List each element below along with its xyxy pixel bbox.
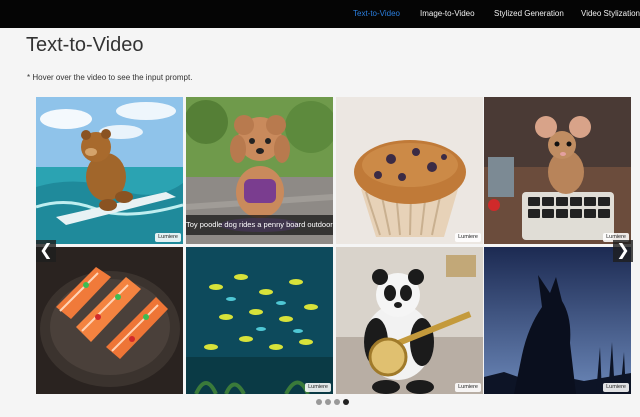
muffin-thumbnail	[336, 97, 483, 244]
lumiere-badge: Lumiere	[455, 233, 481, 242]
nav-item-video-stylization[interactable]: Video Stylization	[581, 0, 640, 28]
video-tile-teddy-surfing[interactable]: Lumiere	[36, 97, 183, 244]
video-tile-wolf[interactable]: Lumiere	[484, 247, 631, 394]
carousel-pagination	[316, 399, 352, 407]
panda-banjo-thumbnail	[336, 247, 483, 394]
lumiere-badge: Lumiere	[305, 383, 331, 392]
nav-item-text-to-video[interactable]: Text-to-Video	[353, 0, 400, 28]
top-nav: Text-to-Video Image-to-Video Stylized Ge…	[0, 0, 640, 28]
video-tile-mouse[interactable]: Lumiere	[484, 97, 631, 244]
video-tile-sushi[interactable]	[36, 247, 183, 394]
hover-hint: * Hover over the video to see the input …	[27, 73, 193, 82]
lumiere-badge: Lumiere	[155, 233, 181, 242]
video-tile-fish[interactable]: Lumiere	[186, 247, 333, 394]
lumiere-badge: Lumiere	[455, 383, 481, 392]
nav-item-stylized-generation[interactable]: Stylized Generation	[494, 0, 564, 28]
prompt-caption: Toy poodle dog rides a penny board outdo…	[186, 215, 333, 235]
video-tile-panda[interactable]: Lumiere	[336, 247, 483, 394]
carousel-next-button[interactable]: ❯	[613, 240, 633, 262]
lumiere-badge: Lumiere	[603, 383, 629, 392]
wolf-silhouette-thumbnail	[484, 247, 631, 394]
fish-school-thumbnail	[186, 247, 333, 394]
mouse-keyboard-thumbnail	[484, 97, 631, 244]
video-tile-poodle[interactable]: Toy poodle dog rides a penny board outdo…	[186, 97, 333, 244]
chevron-right-icon: ❯	[616, 242, 630, 259]
pagination-dot-active[interactable]	[343, 399, 349, 405]
carousel-prev-button[interactable]: ❮	[36, 240, 56, 262]
teddy-surfing-thumbnail	[36, 97, 183, 244]
sushi-thumbnail	[36, 247, 183, 394]
chevron-left-icon: ❮	[39, 242, 53, 259]
pagination-dot[interactable]	[325, 399, 331, 405]
video-carousel: Lumiere Toy poodle dog rides a penny boa…	[36, 97, 633, 395]
video-tile-muffin[interactable]: Lumiere	[336, 97, 483, 244]
pagination-dot[interactable]	[334, 399, 340, 405]
pagination-dot[interactable]	[316, 399, 322, 405]
nav-item-image-to-video[interactable]: Image-to-Video	[420, 0, 475, 28]
page-title: Text-to-Video	[26, 34, 144, 56]
